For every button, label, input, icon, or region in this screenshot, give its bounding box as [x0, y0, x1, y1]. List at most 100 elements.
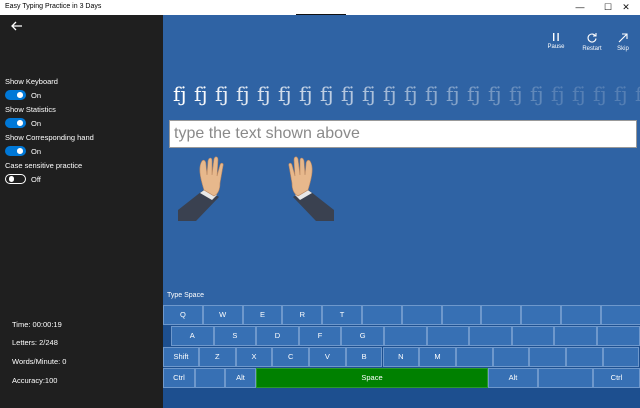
stat-accuracy: Accuracy:100	[12, 376, 58, 385]
practice-word: fj	[278, 82, 292, 106]
skip-arrow-icon	[618, 33, 628, 43]
key-symbol[interactable]	[600, 305, 640, 325]
key-blank-right[interactable]	[538, 368, 593, 388]
key-c[interactable]: C	[272, 347, 310, 367]
key-a[interactable]: A	[171, 326, 214, 346]
key-ctrl-left[interactable]: Ctrl	[163, 368, 195, 388]
show-hand-toggle[interactable]	[5, 146, 26, 156]
key-alt-right[interactable]: Alt	[488, 368, 538, 388]
keyboard-row-4: Ctrl Alt Space Alt Ctrl	[163, 368, 640, 388]
practice-word: fj	[383, 82, 397, 106]
keyboard-row-2: ASDFG	[163, 326, 640, 346]
key-v[interactable]: V	[309, 347, 346, 367]
show-statistics-toggle[interactable]	[5, 118, 26, 128]
keyboard-row-1: QWERT	[163, 305, 640, 325]
key-x[interactable]: X	[235, 347, 273, 367]
key-symbol[interactable]	[426, 326, 470, 346]
show-keyboard-state: On	[31, 91, 42, 100]
keyboard-row-3: Shift Z X C V B N M	[163, 347, 640, 367]
practice-word: fj	[509, 82, 523, 106]
key-symbol[interactable]	[511, 326, 555, 346]
practice-word: fj	[236, 82, 250, 106]
hands-illustration	[178, 156, 334, 221]
key-g[interactable]: G	[341, 326, 384, 346]
key-symbol[interactable]	[492, 347, 530, 367]
case-sensitive-state: Off	[31, 175, 41, 184]
show-statistics-state: On	[31, 119, 42, 128]
space-key[interactable]: Space	[256, 368, 488, 388]
key-alt-left[interactable]: Alt	[225, 368, 256, 388]
key-ctrl-right[interactable]: Ctrl	[593, 368, 640, 388]
restart-button[interactable]: Restart	[579, 32, 605, 52]
key-symbol[interactable]	[469, 326, 512, 346]
key-b[interactable]: B	[345, 347, 383, 367]
key-shift[interactable]: Shift	[163, 347, 199, 367]
pause-label: Pause	[547, 44, 565, 50]
key-symbol[interactable]	[455, 347, 493, 367]
key-symbol[interactable]	[529, 347, 566, 367]
key-r[interactable]: R	[282, 305, 323, 325]
practice-word: fj	[299, 82, 313, 106]
on-screen-keyboard: QWERT ASDFG Shift Z X C V B N M Ctrl Alt Space Alt…	[163, 305, 640, 408]
key-w[interactable]: W	[202, 305, 243, 325]
practice-word: fj	[194, 82, 208, 106]
key-z[interactable]: Z	[199, 347, 236, 367]
show-hand-state: On	[31, 147, 42, 156]
key-blank-left[interactable]	[195, 368, 225, 388]
skip-button[interactable]: Skip	[610, 32, 636, 52]
key-t[interactable]: T	[322, 305, 362, 325]
key-n[interactable]: N	[382, 347, 420, 367]
key-symbol[interactable]	[521, 305, 561, 325]
practice-word: fj	[551, 82, 565, 106]
close-button[interactable]: ✕	[612, 0, 640, 15]
key-d[interactable]: D	[256, 326, 299, 346]
practice-word: fj	[173, 82, 187, 106]
key-e[interactable]: E	[242, 305, 283, 325]
show-keyboard-label: Show Keyboard	[5, 77, 58, 86]
key-symbol[interactable]	[597, 326, 640, 346]
key-symbol[interactable]	[441, 305, 482, 325]
show-hand-label: Show Corresponding hand	[5, 133, 94, 142]
key-symbol[interactable]	[561, 305, 601, 325]
key-symbol[interactable]	[566, 347, 603, 367]
key-q[interactable]: Q	[163, 305, 203, 325]
pause-button[interactable]: Pause	[543, 32, 569, 50]
minimize-button[interactable]: —	[566, 0, 594, 15]
case-sensitive-label: Case sensitive practice	[5, 161, 83, 170]
practice-word: fj	[635, 82, 640, 106]
stat-wpm: Words/Minute: 0	[12, 357, 67, 366]
case-sensitive-toggle[interactable]	[5, 174, 26, 184]
key-symbol[interactable]	[362, 305, 402, 325]
stat-letters: Letters: 2/248	[12, 338, 58, 347]
practice-word: fj	[488, 82, 502, 106]
key-s[interactable]: S	[213, 326, 257, 346]
stat-time: Time: 00:00:19	[12, 320, 62, 329]
type-hint: Type Space	[167, 292, 204, 299]
practice-word: fj	[446, 82, 460, 106]
practice-area: Pause Restart Skip fj fj fj fj fj fj fj fj fj fj f…	[163, 15, 640, 408]
show-keyboard-toggle[interactable]	[5, 90, 26, 100]
key-symbol[interactable]	[384, 326, 427, 346]
practice-word: fj	[404, 82, 418, 106]
back-arrow-icon[interactable]	[10, 19, 24, 33]
practice-word: fj	[614, 82, 628, 106]
key-m[interactable]: M	[419, 347, 456, 367]
practice-word: fj	[362, 82, 376, 106]
practice-word: fj	[215, 82, 229, 106]
practice-word: fj	[320, 82, 334, 106]
practice-word: fj	[341, 82, 355, 106]
restart-icon	[587, 33, 597, 43]
typing-input[interactable]	[170, 121, 636, 147]
show-statistics-label: Show Statistics	[5, 105, 56, 114]
typing-input-box[interactable]	[169, 120, 637, 148]
key-f[interactable]: F	[298, 326, 342, 346]
key-symbol[interactable]	[602, 347, 640, 367]
key-symbol[interactable]	[401, 305, 442, 325]
key-symbol[interactable]	[554, 326, 597, 346]
skip-label: Skip	[617, 46, 629, 52]
window-title: Easy Typing Practice in 3 Days	[5, 3, 102, 10]
practice-text: fj fj fj fj fj fj fj fj fj fj fj fj fj fj fj fj fj fj fj fj…	[173, 82, 640, 112]
practice-word: fj	[257, 82, 271, 106]
key-symbol[interactable]	[481, 305, 522, 325]
practice-word: fj	[593, 82, 607, 106]
